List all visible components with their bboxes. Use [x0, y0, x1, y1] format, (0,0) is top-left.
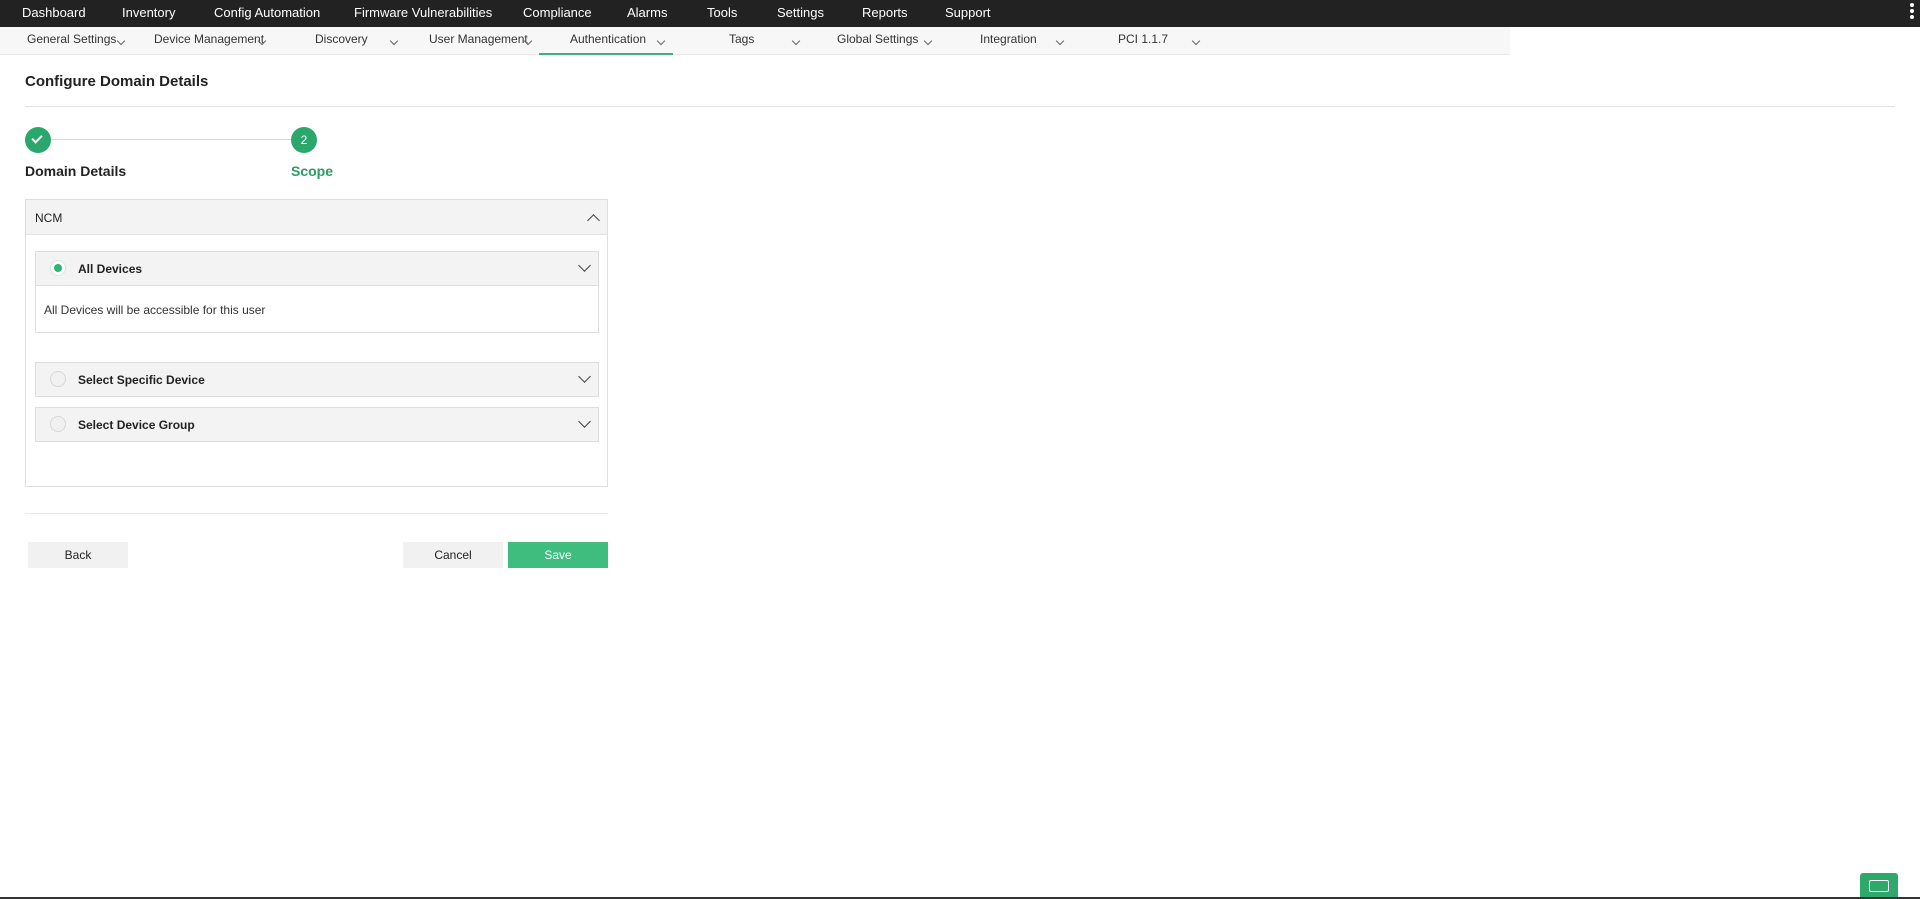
- radio-device-group[interactable]: [50, 416, 66, 432]
- tab-user-management[interactable]: User Management: [409, 27, 539, 55]
- nav-firmware-vulnerabilities[interactable]: Firmware Vulnerabilities: [354, 0, 492, 27]
- nav-settings[interactable]: Settings: [777, 0, 824, 27]
- tab-label: User Management: [429, 32, 528, 46]
- option-label: Select Device Group: [78, 418, 195, 432]
- option-select-specific-device: Select Specific Device: [35, 362, 599, 397]
- tab-discovery[interactable]: Discovery: [275, 27, 409, 55]
- tab-general-settings[interactable]: General Settings: [0, 27, 135, 55]
- nav-dashboard[interactable]: Dashboard: [22, 0, 86, 27]
- sub-nav: General Settings Device Management Disco…: [0, 27, 1510, 55]
- radio-all-devices[interactable]: [50, 260, 66, 276]
- radio-specific-device[interactable]: [50, 371, 66, 387]
- tab-label: Discovery: [315, 32, 368, 46]
- chevron-down-icon[interactable]: [578, 370, 591, 383]
- tab-authentication[interactable]: Authentication: [539, 27, 673, 55]
- nav-inventory[interactable]: Inventory: [122, 0, 175, 27]
- divider: [25, 106, 1895, 107]
- option-all-devices-header[interactable]: All Devices: [36, 252, 598, 285]
- chevron-down-icon[interactable]: [578, 415, 591, 428]
- tab-label: Authentication: [570, 32, 647, 46]
- option-device-group-header[interactable]: Select Device Group: [36, 408, 598, 441]
- chevron-down-icon: [656, 36, 666, 46]
- ncm-panel-header[interactable]: NCM: [26, 200, 607, 235]
- ncm-panel: NCM All Devices All Devices will be acce…: [25, 199, 608, 487]
- step-2-label: Scope: [291, 163, 334, 179]
- tab-label: Global Settings: [837, 32, 919, 46]
- option-select-device-group: Select Device Group: [35, 407, 599, 442]
- kebab-icon[interactable]: [1908, 2, 1916, 24]
- tab-label: Tags: [729, 32, 755, 46]
- chevron-down-icon: [116, 36, 126, 46]
- nav-support[interactable]: Support: [945, 0, 991, 27]
- tab-label: Integration: [980, 32, 1037, 46]
- chevron-down-icon: [389, 36, 399, 46]
- tab-label: General Settings: [27, 32, 117, 46]
- tab-global-settings[interactable]: Global Settings: [807, 27, 945, 55]
- step-2-number: 2: [291, 127, 317, 153]
- tab-label: PCI 1.1.7: [1118, 32, 1169, 46]
- tab-integration[interactable]: Integration: [945, 27, 1083, 55]
- chevron-down-icon: [791, 36, 801, 46]
- top-nav: Dashboard Inventory Config Automation Fi…: [0, 0, 1920, 27]
- tab-pci[interactable]: PCI 1.1.7: [1083, 27, 1219, 55]
- option-label: All Devices: [78, 262, 143, 276]
- check-icon: [31, 132, 43, 144]
- tab-tags[interactable]: Tags: [673, 27, 807, 55]
- chevron-down-icon: [923, 36, 933, 46]
- tab-device-management[interactable]: Device Management: [135, 27, 275, 55]
- chevron-down-icon: [1055, 36, 1065, 46]
- chevron-down-icon: [1191, 36, 1201, 46]
- chevron-up-icon[interactable]: [587, 214, 600, 227]
- panel-title: NCM: [35, 211, 63, 225]
- chevron-down-icon[interactable]: [578, 259, 591, 272]
- tab-label: Device Management: [154, 32, 265, 46]
- cancel-button[interactable]: Cancel: [403, 542, 503, 568]
- option-all-devices: All Devices All Devices will be accessib…: [35, 251, 599, 333]
- nav-reports[interactable]: Reports: [862, 0, 908, 27]
- nav-compliance[interactable]: Compliance: [523, 0, 592, 27]
- page-title: Configure Domain Details: [25, 73, 209, 90]
- nav-tools[interactable]: Tools: [707, 0, 737, 27]
- chat-icon[interactable]: [1860, 873, 1898, 899]
- option-specific-device-header[interactable]: Select Specific Device: [36, 363, 598, 396]
- step-1-complete: [25, 127, 51, 153]
- option-description: All Devices will be accessible for this …: [36, 285, 598, 332]
- step-1-label: Domain Details: [25, 163, 127, 179]
- back-button[interactable]: Back: [28, 542, 128, 568]
- divider: [25, 513, 608, 514]
- nav-config-automation[interactable]: Config Automation: [214, 0, 320, 27]
- save-button[interactable]: Save: [508, 542, 608, 568]
- stepper-line: [51, 139, 292, 140]
- option-label: Select Specific Device: [78, 373, 205, 387]
- nav-alarms[interactable]: Alarms: [627, 0, 667, 27]
